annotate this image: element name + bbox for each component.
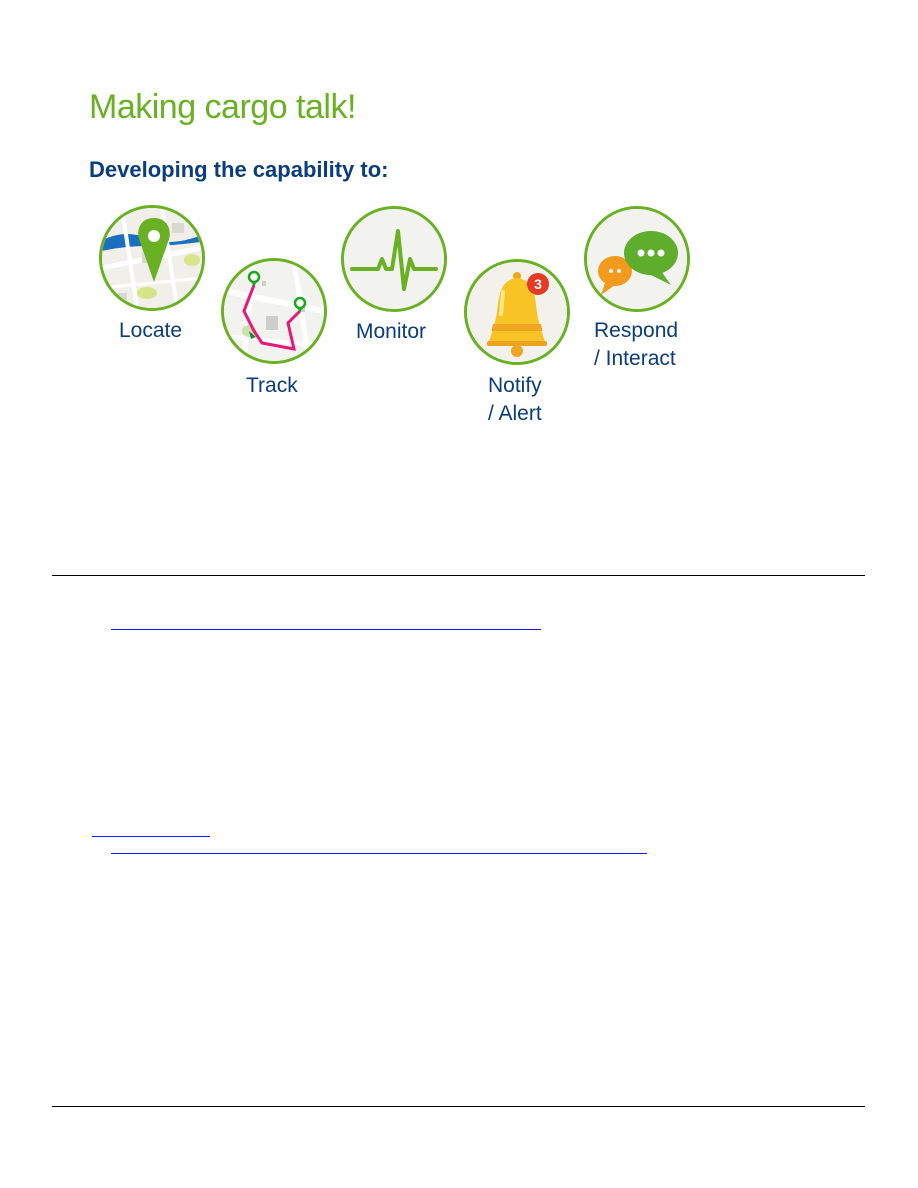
map-pin-icon — [99, 205, 205, 311]
route-map-icon — [221, 258, 327, 364]
divider-top — [52, 575, 865, 576]
capability-label-interact: / Interact — [594, 347, 676, 370]
notification-badge: 3 — [534, 276, 542, 292]
divider-bottom — [52, 1106, 865, 1107]
page-title: Making cargo talk! — [89, 88, 356, 126]
capability-label-locate: Locate — [119, 319, 183, 342]
capability-label-monitor: Monitor — [356, 320, 427, 343]
capability-label-alert: / Alert — [488, 402, 542, 425]
heartbeat-icon — [341, 206, 447, 312]
bell-icon: 3 — [464, 259, 570, 365]
capability-label-respond: Respond — [594, 319, 679, 342]
hyperlink-underline-3[interactable] — [111, 853, 647, 854]
capability-label-track: Track — [246, 374, 298, 397]
chat-bubbles-icon — [584, 206, 690, 312]
capability-label-notify: Notify — [488, 374, 542, 397]
hyperlink-underline-2[interactable] — [92, 836, 210, 837]
page-subtitle: Developing the capability to: — [89, 157, 389, 182]
hyperlink-underline-1[interactable] — [111, 629, 541, 630]
